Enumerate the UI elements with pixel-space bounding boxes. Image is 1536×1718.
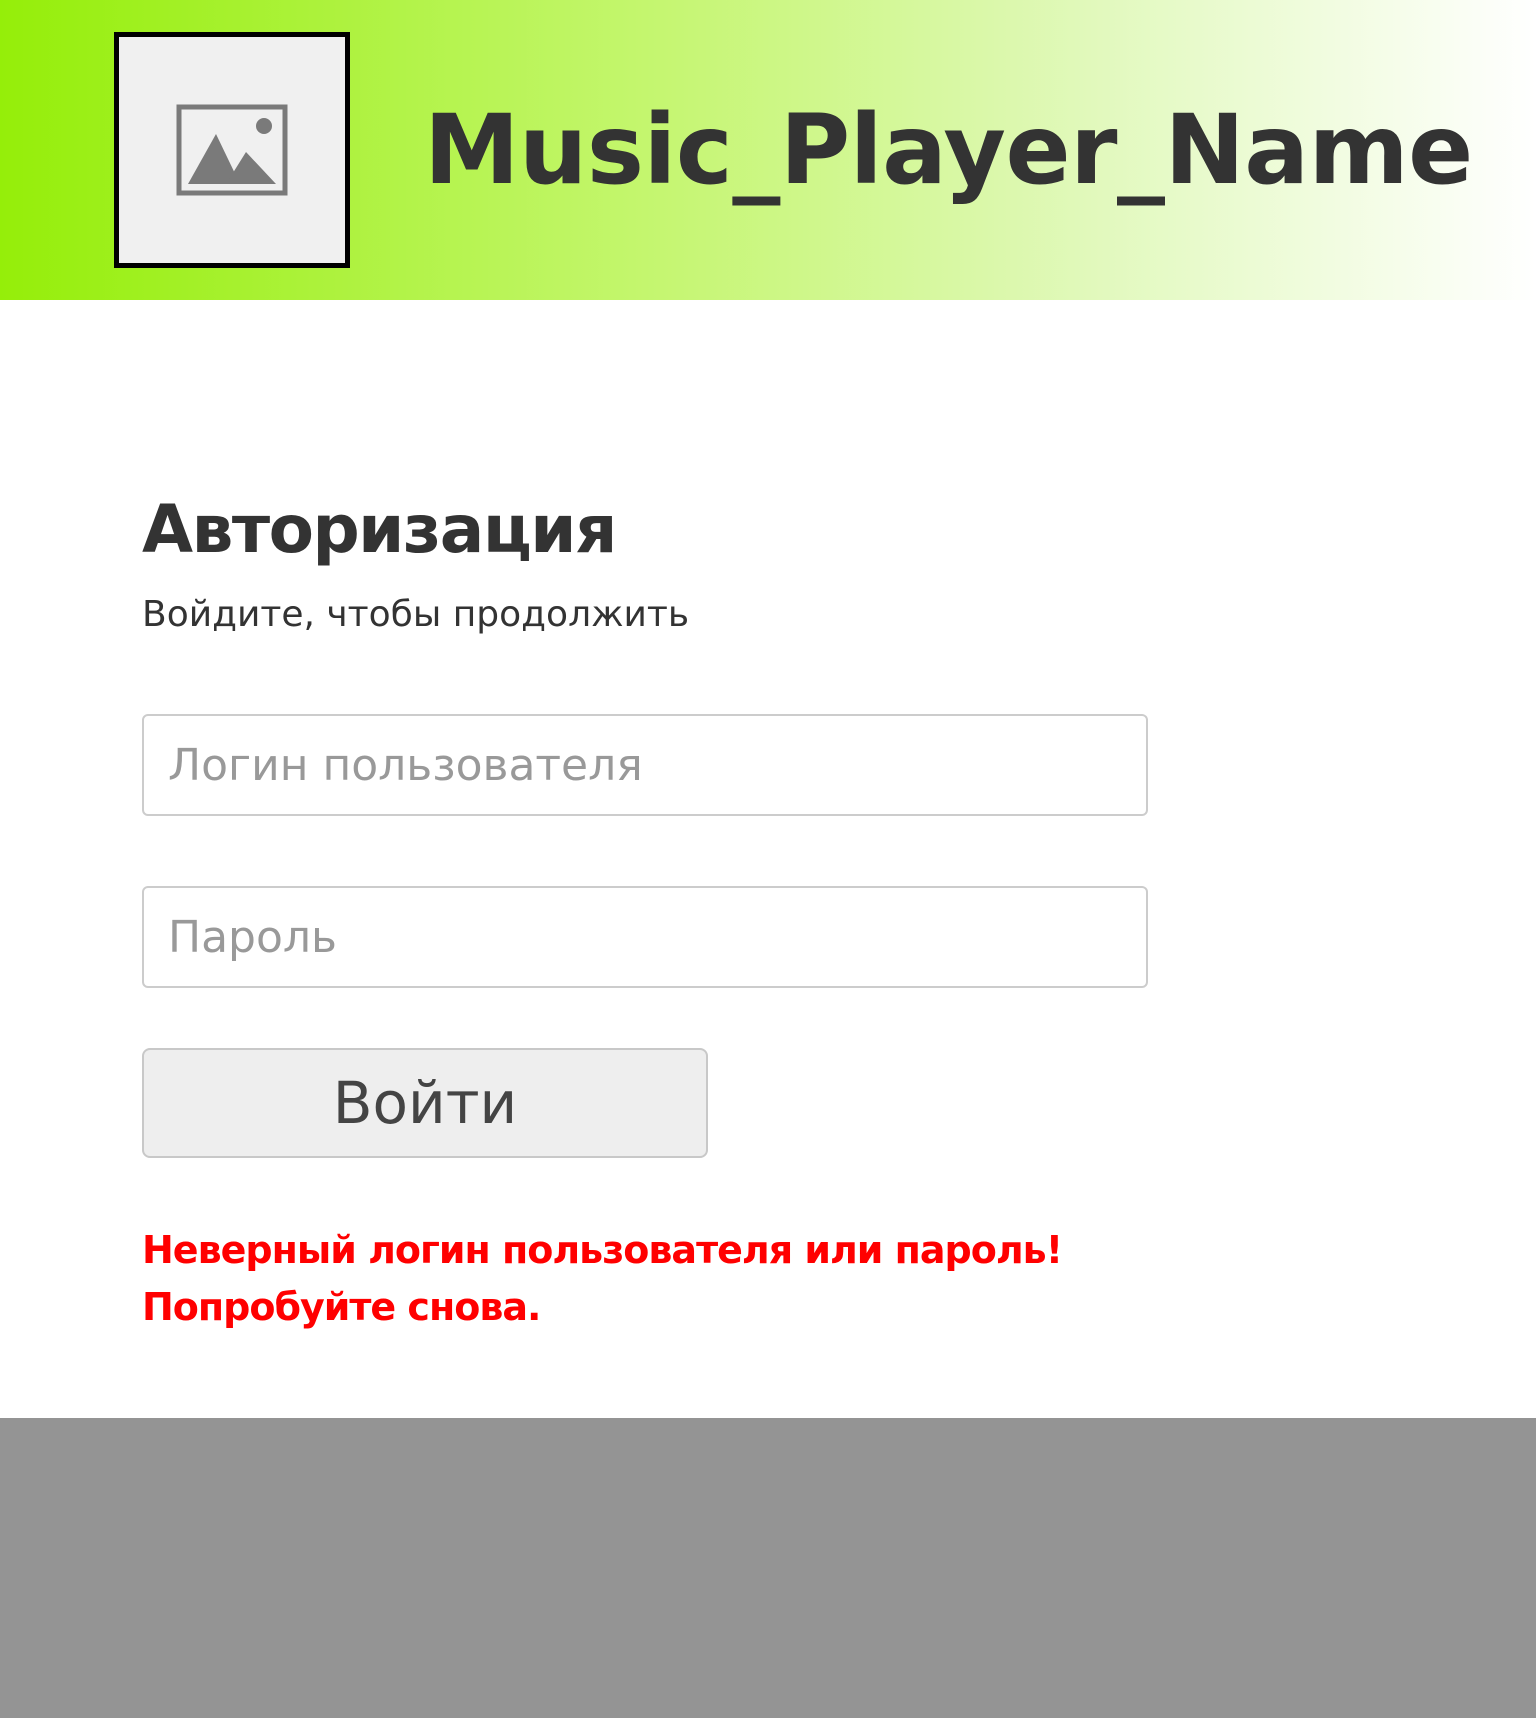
app-title: Music_Player_Name bbox=[424, 94, 1473, 206]
error-message-line: Неверный логин пользователя или пароль! bbox=[142, 1228, 1063, 1272]
header: Music_Player_Name bbox=[0, 0, 1536, 300]
login-button[interactable]: Войти bbox=[142, 1048, 708, 1158]
error-message: Неверный логин пользователя или пароль! … bbox=[142, 1222, 1063, 1336]
footer bbox=[0, 1418, 1536, 1718]
password-input[interactable] bbox=[142, 886, 1148, 988]
username-input[interactable] bbox=[142, 714, 1148, 816]
page-title: Авторизация bbox=[142, 491, 617, 568]
login-panel: Авторизация Войдите, чтобы продолжить Во… bbox=[0, 300, 1536, 1418]
error-message-line: Попробуйте снова. bbox=[142, 1285, 541, 1329]
logo bbox=[114, 32, 350, 268]
image-placeholder-icon bbox=[176, 104, 288, 196]
page-subtitle: Войдите, чтобы продолжить bbox=[142, 594, 690, 635]
